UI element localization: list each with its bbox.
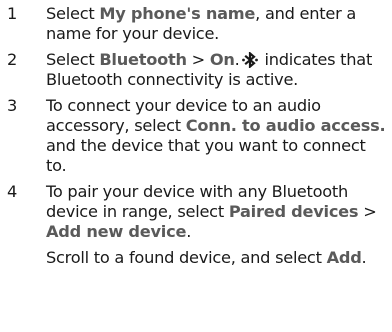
- step-text: .: [186, 222, 192, 241]
- step-1: 1 Select My phone's name, and enter a na…: [0, 4, 392, 44]
- step-3: 3 To connect your device to an audio acc…: [0, 96, 392, 176]
- menu-separator: >: [358, 202, 377, 221]
- step-2: 2 Select Bluetooth > On. indicates that …: [0, 50, 392, 90]
- step-number: 3: [7, 96, 18, 115]
- menu-option-add-new-device: Add new device: [46, 222, 187, 241]
- step-text: Select: [46, 50, 100, 69]
- menu-option-my-phones-name: My phone's name: [99, 4, 256, 23]
- step-text: and the device that you want to connect …: [46, 136, 366, 175]
- step-4: 4 To pair your device with any Bluetooth…: [0, 182, 392, 268]
- step-text: Scroll to a found device, and select: [46, 248, 327, 267]
- bluetooth-icon: [241, 52, 258, 68]
- menu-option-on: On: [209, 50, 235, 69]
- step-number: 4: [7, 182, 18, 201]
- step-number: 1: [7, 4, 18, 23]
- step-text: .: [234, 50, 240, 69]
- step-4-subparagraph: Scroll to a found device, and select Add…: [46, 248, 386, 268]
- menu-option-paired-devices: Paired devices: [228, 202, 359, 221]
- menu-option-bluetooth: Bluetooth: [99, 50, 187, 69]
- step-number: 2: [7, 50, 18, 69]
- step-text: Select: [46, 4, 100, 23]
- manual-page: 1 Select My phone's name, and enter a na…: [0, 0, 392, 332]
- menu-option-add: Add: [326, 248, 362, 267]
- instruction-steps: 1 Select My phone's name, and enter a na…: [0, 4, 392, 268]
- step-text: .: [361, 248, 367, 267]
- menu-separator: >: [186, 50, 210, 69]
- menu-option-conn-to-audio-access: Conn. to audio access.: [185, 116, 386, 135]
